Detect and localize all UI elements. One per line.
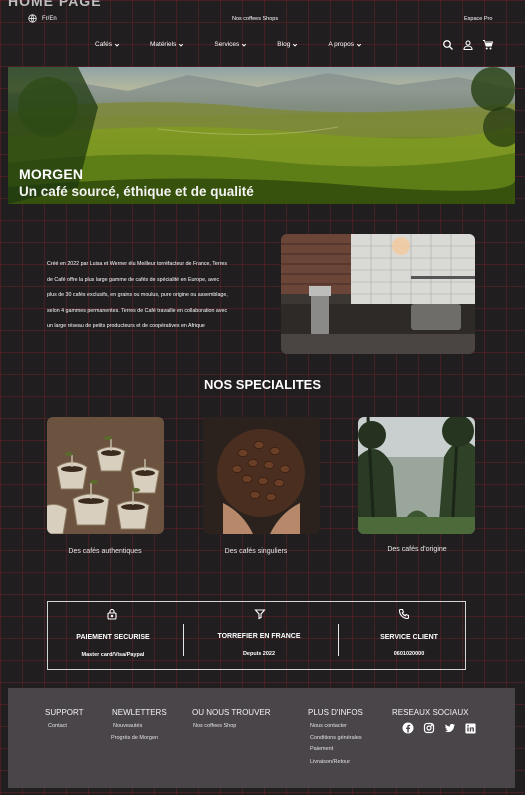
nav-item-services[interactable]: Services [214,41,247,48]
feature-subtitle: 0601020000 [393,651,425,657]
nav-label: Matériels [149,41,177,48]
intro-line: plus de 30 cafés exclusifs, en grains ou… [47,292,228,298]
specialty-label: Des cafés singuliers [224,548,288,555]
chevron-down-icon [356,42,362,48]
feature-subtitle: Depuis 2022 [242,651,276,657]
instagram-icon[interactable] [423,722,435,734]
cart-icon[interactable] [482,39,494,51]
language-switcher[interactable]: Fr/En [28,14,57,23]
footer-heading-support: SUPPORT [45,708,84,717]
feature-title: SERVICE CLIENT [380,634,438,641]
divider [183,624,184,656]
forest-image[interactable] [358,417,475,534]
footer-link[interactable]: Nouveautés [113,723,142,729]
feature-subtitle: Master card/Visa/Paypal [81,652,145,658]
frame-label: HOME PAGE [8,0,102,9]
footer-link[interactable]: Livraison/Retour [310,759,350,765]
chevron-down-icon [292,42,298,48]
specialties-title: NOS SPECIALITES [203,377,322,392]
nav-label: Blog [277,41,291,48]
specialty-label: Des cafés authentiques [68,548,142,555]
social-links [402,722,476,734]
footer-heading-social: RESEAUX SOCIAUX [392,708,469,717]
footer-heading-newsletters: NEWLETTERS [112,708,167,717]
linkedin-icon[interactable] [465,722,476,734]
seedlings-image[interactable] [47,417,164,534]
intro-line: de Café offre la plus large gamme de caf… [47,276,220,283]
chevron-down-icon [178,42,184,48]
specialty-label: Des cafés d'origine [387,546,447,553]
hero-subtitle: Un café sourcé, éthique et de qualité [19,184,254,199]
intro-line: Créé en 2022 par Luisa et Werner élu Mei… [47,261,227,267]
feature-title: PAIEMENT SECURISE [76,634,150,641]
search-icon[interactable] [442,39,454,51]
nav-label: A propos [328,41,354,48]
account-icon[interactable] [462,39,474,51]
nav-item-a-propos[interactable]: A propos [328,41,362,48]
twitter-icon[interactable] [444,722,456,734]
lock-icon [106,608,118,620]
header-actions [442,39,494,51]
phone-icon [398,608,410,620]
shops-link[interactable]: Nos coffees Shops [232,16,278,22]
espace-pro-link[interactable]: Espace Pro [464,16,492,22]
nav-item-blog[interactable]: Blog [277,41,298,48]
feature-roasting: TORREFIER EN FRANCE Depuis 2022 [189,602,329,671]
footer-link[interactable]: Nous contacter [310,723,347,729]
footer-link[interactable]: Paiement [310,746,333,752]
facebook-icon[interactable] [402,722,414,734]
chevron-down-icon [114,42,120,48]
intro-line: selon 4 gammes permanentes. Terres de Ca… [47,307,228,314]
feature-payment: PAIEMENT SECURISE Master card/Visa/Paypa… [43,602,183,671]
intro-line: un large réseau de petits producteurs et… [47,323,205,329]
footer-heading-more-info: PLUS D'INFOS [308,708,363,717]
nav-label: Services [214,41,240,48]
nav-item-cafes[interactable]: Cafés [95,41,120,48]
chevron-down-icon [241,42,247,48]
footer-link[interactable]: Nos coffees Shop [193,723,236,729]
coffee-shop-image [281,234,475,354]
footer-link[interactable]: Progrès de Morgen [111,735,158,741]
footer-link[interactable]: Conditions générales [310,735,362,741]
feature-customer-service: SERVICE CLIENT 0601020000 [339,602,479,671]
globe-icon [28,14,37,23]
hero-title: MORGEN [19,166,84,182]
intro-text: Créé en 2022 par Luisa et Werner élu Mei… [47,257,269,335]
language-label: Fr/En [42,15,57,22]
features-box: PAIEMENT SECURISE Master card/Visa/Paypa… [47,601,466,670]
footer-heading-find-us: OU NOUS TROUVER [192,708,271,717]
main-nav: Cafés Matériels Services Blog A propos [95,41,362,48]
footer [8,688,515,788]
nav-label: Cafés [95,41,112,48]
nav-item-materiels[interactable]: Matériels [150,41,184,48]
coffee-beans-image[interactable] [203,417,320,534]
footer-link-contact[interactable]: Contact [48,723,67,729]
filter-icon [254,608,266,620]
feature-title: TORREFIER EN FRANCE [217,633,301,640]
